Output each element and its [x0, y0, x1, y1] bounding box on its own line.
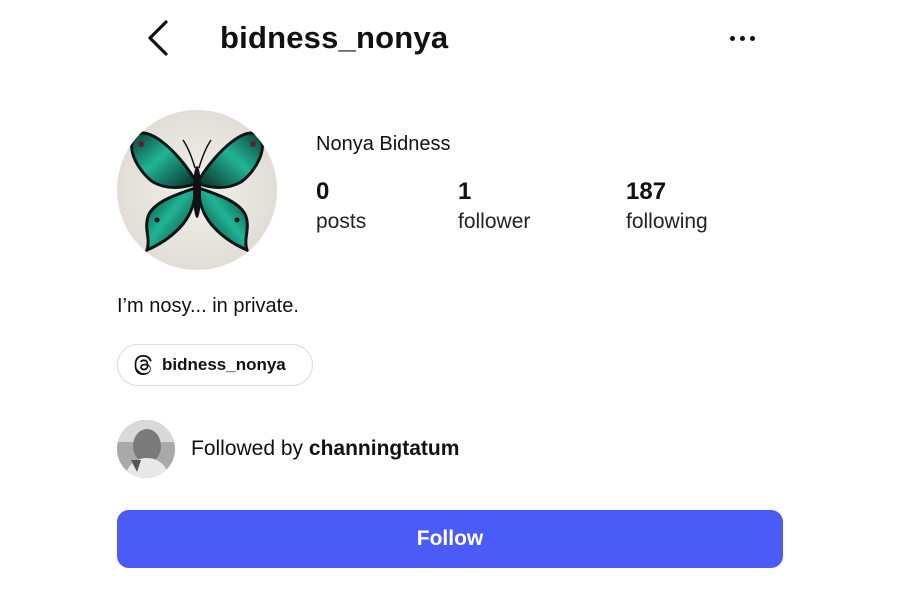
more-options-button[interactable]	[722, 24, 762, 52]
following-count: 187	[626, 178, 667, 205]
mutual-follower-avatar[interactable]	[117, 420, 175, 478]
follow-button[interactable]: Follow	[117, 510, 783, 568]
threads-link[interactable]: bidness_nonya	[117, 344, 313, 386]
posts-stat[interactable]: 0 posts	[316, 176, 366, 236]
threads-link-label: bidness_nonya	[162, 355, 286, 374]
following-stat[interactable]: 187 following	[626, 176, 708, 236]
display-name: Nonya Bidness	[316, 133, 451, 155]
followers-stat[interactable]: 1 follower	[458, 176, 530, 236]
butterfly-icon	[117, 110, 277, 270]
person-photo-icon	[117, 420, 175, 478]
profile-username: bidness_nonya	[220, 20, 449, 55]
followed-by-text: Followed by channingtatum	[191, 434, 459, 464]
chevron-left-icon	[148, 20, 168, 56]
threads-icon	[134, 355, 152, 375]
followers-label: follower	[458, 210, 531, 233]
followed-by-row: Followed by channingtatum	[117, 420, 717, 480]
profile-bio: I’m nosy... in private.	[117, 295, 299, 317]
posts-count: 0	[316, 178, 330, 205]
profile-header: bidness_nonya	[0, 0, 900, 80]
followed-by-prefix: Followed by	[191, 437, 309, 460]
posts-label: posts	[316, 210, 367, 233]
profile-avatar[interactable]	[117, 110, 277, 270]
followers-count: 1	[458, 178, 472, 205]
mutual-follower-username[interactable]: channingtatum	[309, 437, 460, 460]
following-label: following	[626, 210, 708, 233]
back-button[interactable]	[140, 16, 176, 60]
more-horizontal-icon	[729, 35, 735, 41]
